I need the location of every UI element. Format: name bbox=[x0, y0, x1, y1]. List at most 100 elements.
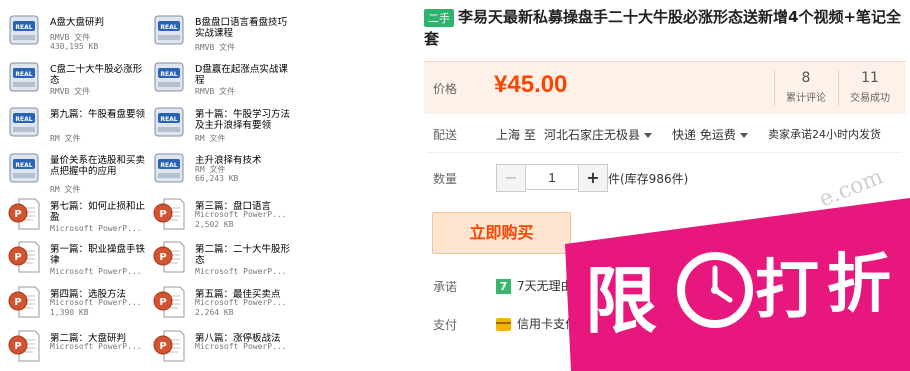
file-item[interactable]: P 第一篇：职业操盘手铁律 Microsoft PowerP... bbox=[0, 235, 148, 279]
file-name: 量价关系在选股和买卖点把握中的应用 bbox=[50, 155, 146, 177]
real-media-icon: REAL bbox=[9, 15, 39, 45]
file-item[interactable]: REAL D盘赢在起涨点实战课程 RMVB 文件 bbox=[145, 55, 293, 99]
real-media-icon: REAL bbox=[154, 62, 184, 92]
product-title-row: 二手 李易天最新私募操盘手二十大牛股必涨形态送新增4个视频+笔记全套 bbox=[424, 6, 908, 50]
ship-promise: 卖家承诺24小时内发货 bbox=[768, 128, 881, 141]
real-media-icon: REAL bbox=[154, 15, 184, 45]
reviews-count: 8 bbox=[801, 70, 811, 86]
powerpoint-icon: P bbox=[153, 286, 185, 318]
svg-text:P: P bbox=[14, 297, 21, 308]
file-type: Microsoft PowerP... bbox=[195, 210, 287, 219]
quantity-stepper: − + bbox=[496, 164, 608, 192]
product-title: 李易天最新私募操盘手二十大牛股必涨形态送新增4个视频+笔记全套 bbox=[424, 8, 902, 48]
file-name: B盘盘口语言看盘技巧实战课程 bbox=[195, 17, 288, 39]
real-media-icon: REAL bbox=[9, 62, 39, 92]
file-type: Microsoft PowerP... bbox=[50, 298, 142, 307]
ship-to: 河北石家庄无极县 bbox=[544, 128, 641, 142]
file-item[interactable]: REAL 主升浪择有技术 RM 文件 66,243 KB bbox=[145, 146, 293, 190]
stock-text: 件(库存986件) bbox=[608, 172, 689, 186]
svg-text:P: P bbox=[14, 209, 21, 220]
ship-to-select[interactable]: 河北石家庄无极县 bbox=[544, 126, 653, 143]
file-item[interactable]: REAL 量价关系在选股和买卖点把握中的应用 RM 文件 bbox=[0, 146, 148, 194]
ship-method: 快递 免运费 bbox=[672, 128, 736, 142]
shipping-label: 配送 bbox=[433, 128, 458, 142]
file-name: D盘赢在起涨点实战课程 bbox=[195, 64, 288, 86]
credit-card-icon bbox=[496, 318, 511, 331]
file-type: RM 文件 bbox=[195, 134, 226, 143]
real-media-icon: REAL bbox=[9, 153, 39, 183]
file-item[interactable]: P 第七篇：如何止损和止盈 Microsoft PowerP... bbox=[0, 192, 148, 236]
chevron-down-icon bbox=[644, 133, 653, 138]
file-size: 66,243 KB bbox=[195, 174, 239, 183]
quantity-input[interactable] bbox=[526, 164, 578, 190]
file-type: RMVB 文件 bbox=[195, 87, 236, 96]
file-name: 第十篇：牛股学习方法及主升浪择有要领 bbox=[195, 109, 291, 131]
file-item[interactable]: REAL A盘大盘研判 RMVB 文件 430,195 KB bbox=[0, 8, 148, 52]
file-name: 第一篇：职业操盘手铁律 bbox=[50, 244, 146, 266]
file-name: 第九篇：牛股看盘要领 bbox=[50, 109, 146, 120]
decrease-button[interactable]: − bbox=[496, 164, 526, 192]
sales-count: 11 bbox=[861, 70, 879, 86]
file-type: Microsoft PowerP... bbox=[195, 298, 287, 307]
svg-text:REAL: REAL bbox=[15, 162, 32, 169]
powerpoint-icon: P bbox=[8, 241, 40, 273]
file-item[interactable]: P 第三篇：盘口语言 Microsoft PowerP... 2,502 KB bbox=[145, 192, 293, 236]
file-type: Microsoft PowerP... bbox=[50, 342, 142, 351]
discount-stamp: 限 打 折 bbox=[565, 188, 910, 371]
file-name: A盘大盘研判 bbox=[50, 17, 104, 28]
real-media-icon: REAL bbox=[9, 107, 39, 137]
file-name: 第二篇：二十大牛股形态 bbox=[195, 244, 291, 266]
file-item[interactable]: P 第二篇：二十大牛股形态 Microsoft PowerP... bbox=[145, 235, 293, 279]
file-size: 1,390 KB bbox=[50, 308, 89, 317]
powerpoint-icon: P bbox=[153, 198, 185, 230]
file-explorer: REAL A盘大盘研判 RMVB 文件 430,195 KB REAL B盘盘口… bbox=[0, 0, 300, 371]
file-item[interactable]: REAL 第九篇：牛股看盘要领 RM 文件 bbox=[0, 100, 148, 144]
svg-text:REAL: REAL bbox=[160, 116, 177, 123]
secondhand-badge: 二手 bbox=[424, 9, 454, 27]
svg-text:P: P bbox=[14, 341, 21, 352]
file-item[interactable]: P 第五篇：最佳买卖点 Microsoft PowerP... 2,264 KB bbox=[145, 280, 293, 324]
file-size: 430,195 KB bbox=[50, 42, 99, 51]
stamp-char-da: 打 bbox=[755, 254, 819, 328]
svg-text:REAL: REAL bbox=[15, 71, 32, 78]
file-item[interactable]: P 第八篇：涨停板战法 Microsoft PowerP... bbox=[145, 324, 293, 368]
svg-text:REAL: REAL bbox=[160, 24, 177, 31]
stamp-char-zhe: 折 bbox=[827, 248, 891, 322]
divider bbox=[428, 152, 902, 153]
file-type: Microsoft PowerP... bbox=[195, 342, 287, 351]
discount-stamp-graphic: 限 打 折 bbox=[565, 198, 910, 371]
sales-stat: 11 交易成功 bbox=[840, 70, 900, 104]
svg-text:P: P bbox=[14, 252, 21, 263]
svg-text:P: P bbox=[159, 209, 166, 220]
file-item[interactable]: REAL 第十篇：牛股学习方法及主升浪择有要领 RM 文件 bbox=[145, 100, 293, 144]
file-type: RM 文件 bbox=[50, 134, 81, 143]
buy-now-button[interactable]: 立即购买 bbox=[432, 212, 571, 254]
svg-text:P: P bbox=[159, 297, 166, 308]
svg-text:REAL: REAL bbox=[15, 24, 32, 31]
svg-text:REAL: REAL bbox=[160, 162, 177, 169]
shipping-row: 配送 上海 至 河北石家庄无极县 快递 免运费 卖家承诺24小时内发货 bbox=[424, 126, 906, 146]
file-name: 第七篇：如何止损和止盈 bbox=[50, 201, 146, 223]
real-media-icon: REAL bbox=[154, 107, 184, 137]
powerpoint-icon: P bbox=[8, 330, 40, 362]
file-type: RMVB 文件 bbox=[195, 43, 236, 52]
powerpoint-icon: P bbox=[153, 330, 185, 362]
ship-method-select[interactable]: 快递 免运费 bbox=[672, 126, 748, 143]
pay-label: 支付 bbox=[433, 318, 458, 332]
file-item[interactable]: REAL C盘二十大牛股必涨形态 RMVB 文件 bbox=[0, 55, 148, 99]
file-item[interactable]: P 第四篇：选股方法 Microsoft PowerP... 1,390 KB bbox=[0, 280, 148, 324]
file-size: 2,502 KB bbox=[195, 220, 234, 229]
file-type: Microsoft PowerP... bbox=[195, 267, 287, 276]
file-item[interactable]: P 第二篇：大盘研判 Microsoft PowerP... bbox=[0, 324, 148, 368]
powerpoint-icon: P bbox=[8, 198, 40, 230]
file-type: Microsoft PowerP... bbox=[50, 224, 142, 233]
promise-label: 承诺 bbox=[433, 280, 458, 294]
ship-from: 上海 至 bbox=[496, 128, 536, 142]
svg-text:P: P bbox=[159, 252, 166, 263]
price-box: 价格 ¥45.00 8 累计评论 11 交易成功 bbox=[424, 61, 906, 114]
real-media-icon: REAL bbox=[154, 153, 184, 183]
svg-text:P: P bbox=[159, 341, 166, 352]
file-item[interactable]: REAL B盘盘口语言看盘技巧实战课程 RMVB 文件 bbox=[145, 8, 293, 52]
reviews-stat[interactable]: 8 累计评论 bbox=[776, 70, 836, 104]
promise-info[interactable]: 7 7天无理由 bbox=[496, 277, 573, 294]
